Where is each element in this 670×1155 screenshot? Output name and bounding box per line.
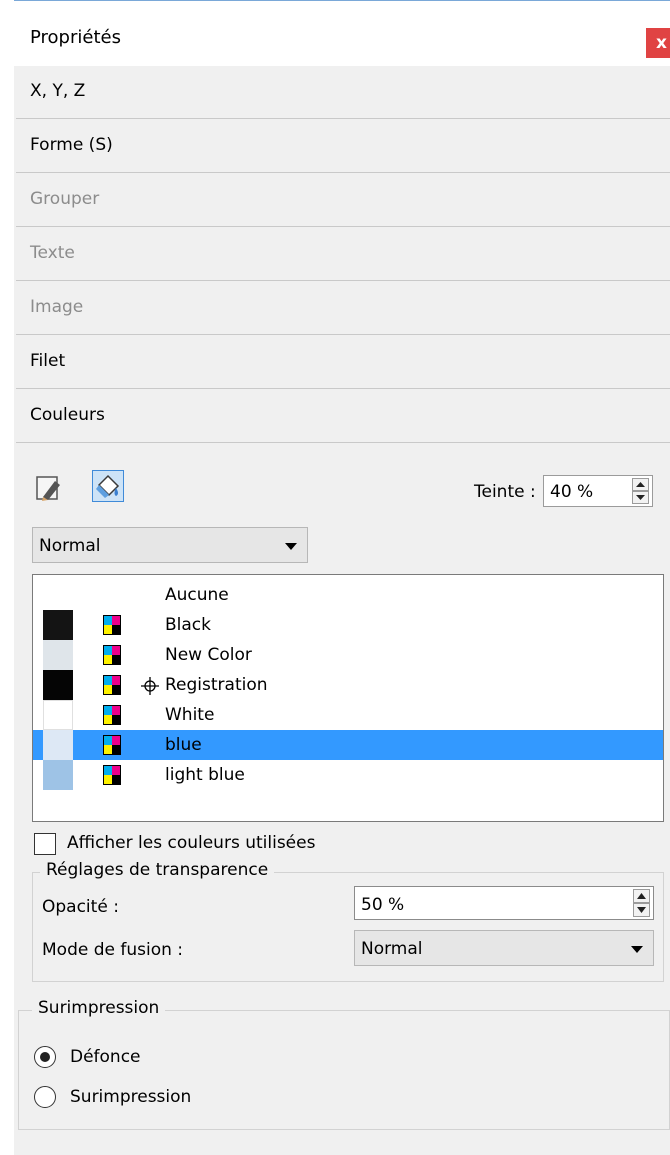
teinte-down-button[interactable] — [632, 491, 649, 504]
color-name: New Color — [165, 645, 252, 665]
cmyk-icon — [103, 675, 121, 695]
opacity-spinbox[interactable]: 50 % — [354, 886, 654, 920]
list-item[interactable]: light blue — [33, 760, 663, 790]
cmyk-icon — [103, 705, 121, 725]
knockout-radio[interactable] — [34, 1046, 56, 1068]
color-mode-value: Normal — [39, 536, 101, 556]
overprint-legend: Surimpression — [32, 998, 166, 1018]
section-filet[interactable]: Filet — [16, 336, 670, 389]
opacity-value: 50 % — [361, 895, 405, 915]
show-used-colors-label: Afficher les couleurs utilisées — [67, 833, 316, 853]
overprint-group — [18, 1010, 670, 1130]
arrow-up-icon — [636, 482, 645, 487]
color-name: blue — [165, 735, 202, 755]
list-item[interactable]: Black — [33, 610, 663, 640]
stroke-color-button[interactable] — [34, 472, 66, 504]
color-swatch — [43, 610, 73, 640]
blend-mode-dropdown[interactable]: Normal — [354, 930, 654, 966]
show-used-colors-checkbox[interactable] — [34, 833, 56, 855]
opacity-label: Opacité : — [42, 897, 119, 917]
section-label: Couleurs — [30, 405, 105, 425]
color-name: White — [165, 705, 215, 725]
color-mode-dropdown[interactable]: Normal — [32, 527, 308, 563]
section-xyz[interactable]: X, Y, Z — [16, 66, 670, 119]
color-swatch — [43, 760, 73, 790]
blend-mode-value: Normal — [361, 939, 423, 959]
paint-bucket-icon — [96, 474, 120, 498]
close-button[interactable]: x — [646, 28, 670, 58]
section-image[interactable]: Image — [16, 282, 670, 335]
list-item-selected[interactable]: blue — [33, 730, 663, 760]
section-label: Grouper — [30, 189, 100, 209]
knockout-label: Défonce — [70, 1047, 141, 1067]
list-item[interactable]: New Color — [33, 640, 663, 670]
section-label: Image — [30, 297, 84, 317]
cmyk-icon — [103, 765, 121, 785]
fill-color-button[interactable] — [92, 470, 124, 502]
list-item[interactable]: Registration — [33, 670, 663, 700]
color-name: Registration — [165, 675, 268, 695]
panel-title: Propriétés — [30, 27, 121, 48]
section-couleurs[interactable]: Couleurs — [16, 390, 670, 443]
section-forme[interactable]: Forme (S) — [16, 120, 670, 173]
color-swatch — [43, 640, 73, 670]
radio-dot — [40, 1052, 50, 1062]
color-name: Aucune — [165, 585, 229, 605]
section-label: X, Y, Z — [30, 81, 86, 101]
color-swatch — [43, 700, 73, 730]
teinte-label: Teinte : — [474, 482, 536, 502]
pencil-icon — [36, 476, 60, 501]
section-grouper[interactable]: Grouper — [16, 174, 670, 227]
opacity-up-button[interactable] — [633, 889, 650, 903]
cmyk-icon — [103, 735, 121, 755]
color-swatch — [43, 730, 73, 760]
color-list[interactable]: Aucune Black New Color Registration Whit… — [32, 574, 664, 822]
overprint-label: Surimpression — [70, 1087, 192, 1107]
chevron-down-icon — [631, 946, 643, 953]
registration-mark-icon — [141, 677, 159, 695]
section-label: Filet — [30, 351, 66, 371]
top-border — [14, 0, 670, 1]
color-name: light blue — [165, 765, 245, 785]
teinte-spinbox[interactable]: 40 % — [543, 475, 653, 507]
opacity-down-button[interactable] — [633, 903, 650, 917]
section-label: Texte — [30, 243, 75, 263]
teinte-up-button[interactable] — [632, 478, 649, 491]
arrow-up-icon — [637, 893, 646, 899]
cmyk-icon — [103, 645, 121, 665]
color-name: Black — [165, 615, 211, 635]
transparency-legend: Réglages de transparence — [40, 860, 275, 880]
list-item[interactable]: Aucune — [33, 580, 663, 610]
teinte-value: 40 % — [550, 482, 594, 502]
arrow-down-icon — [636, 495, 645, 500]
cmyk-icon — [103, 615, 121, 635]
section-label: Forme (S) — [30, 135, 113, 155]
color-swatch — [43, 670, 73, 700]
arrow-down-icon — [637, 907, 646, 913]
list-item[interactable]: White — [33, 700, 663, 730]
overprint-radio[interactable] — [34, 1086, 56, 1108]
blend-mode-label: Mode de fusion : — [42, 940, 184, 960]
chevron-down-icon — [285, 543, 297, 550]
section-texte[interactable]: Texte — [16, 228, 670, 281]
